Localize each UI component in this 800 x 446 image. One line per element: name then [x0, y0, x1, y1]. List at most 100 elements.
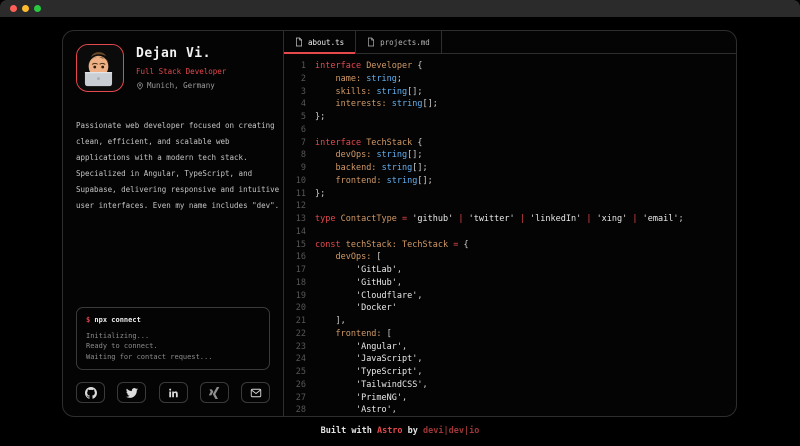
- line-number: 9: [290, 162, 306, 175]
- code-line: 8 devOps: string[];: [290, 149, 736, 162]
- line-number: 11: [290, 188, 306, 201]
- line-number: 1: [290, 60, 306, 73]
- code-line: 27 'PrimeNG',: [290, 392, 736, 405]
- tab-label: projects.md: [380, 38, 430, 47]
- profile-identity: Dejan Vi. Full Stack Developer Munich, G…: [136, 44, 226, 92]
- line-number: 20: [290, 302, 306, 315]
- line-number: 10: [290, 175, 306, 188]
- tab-projects-md[interactable]: projects.md: [356, 31, 442, 53]
- profile-name: Dejan Vi.: [136, 46, 226, 61]
- profile-role: Full Stack Developer: [136, 67, 226, 76]
- code-line: 23 'Angular',: [290, 341, 736, 354]
- code-line: 9 backend: string[];: [290, 162, 736, 175]
- github-button[interactable]: [76, 382, 105, 403]
- line-number: 22: [290, 328, 306, 341]
- code-lines: 1interface Developer {2 name: string;3 s…: [284, 54, 736, 416]
- line-number: 23: [290, 341, 306, 354]
- linkedin-button[interactable]: [159, 382, 188, 403]
- code-line: 26 'TailwindCSS',: [290, 379, 736, 392]
- footer-prefix: Built with: [321, 426, 377, 436]
- code-line: 12: [290, 200, 736, 213]
- code-line: 14: [290, 226, 736, 239]
- spacer: [76, 214, 270, 307]
- code-line: 4 interests: string[];: [290, 98, 736, 111]
- footer-astro-link[interactable]: Astro: [377, 426, 403, 436]
- line-number: 18: [290, 277, 306, 290]
- code-line: 10 frontend: string[];: [290, 175, 736, 188]
- profile-location: Munich, Germany: [136, 81, 226, 90]
- file-icon: [295, 37, 303, 47]
- code-line: 16 devOps: [: [290, 251, 736, 264]
- twitter-icon: [126, 387, 138, 399]
- code-line: 22 frontend: [: [290, 328, 736, 341]
- code-line: 1interface Developer {: [290, 60, 736, 73]
- code-line: 15const techStack: TechStack = {: [290, 239, 736, 252]
- line-number: 25: [290, 366, 306, 379]
- code-line: 3 skills: string[];: [290, 86, 736, 99]
- line-number: 14: [290, 226, 306, 239]
- tab-label: about.ts: [308, 38, 344, 47]
- line-number: 13: [290, 213, 306, 226]
- line-number: 24: [290, 353, 306, 366]
- code-line: 2 name: string;: [290, 73, 736, 86]
- profile-location-text: Munich, Germany: [147, 81, 215, 90]
- code-line: 5};: [290, 111, 736, 124]
- code-line: 11};: [290, 188, 736, 201]
- code-line: 25 'TypeScript',: [290, 366, 736, 379]
- terminal-line: Ready to connect.: [86, 341, 260, 352]
- terminal-line: Initializing...: [86, 331, 260, 342]
- code-line: 7interface TechStack {: [290, 137, 736, 150]
- window-titlebar: [0, 0, 800, 17]
- email-button[interactable]: [241, 382, 270, 403]
- close-window-button[interactable]: [10, 5, 17, 12]
- code-line: 17 'GitLab',: [290, 264, 736, 277]
- line-number: 7: [290, 137, 306, 150]
- email-icon: [250, 387, 262, 399]
- line-number: 5: [290, 111, 306, 124]
- terminal-command-text: npx connect: [90, 316, 141, 324]
- code-line: 20 'Docker': [290, 302, 736, 315]
- line-number: 2: [290, 73, 306, 86]
- profile-panel: Dejan Vi. Full Stack Developer Munich, G…: [63, 31, 284, 416]
- code-line: 18 'GitHub',: [290, 277, 736, 290]
- footer-site-link[interactable]: devi|dev|io: [423, 426, 479, 436]
- github-icon: [85, 387, 97, 399]
- twitter-button[interactable]: [117, 382, 146, 403]
- line-number: 26: [290, 379, 306, 392]
- code-line: 19 'Cloudflare',: [290, 290, 736, 303]
- line-number: 21: [290, 315, 306, 328]
- portfolio-card: Dejan Vi. Full Stack Developer Munich, G…: [62, 30, 737, 417]
- line-number: 17: [290, 264, 306, 277]
- profile-bio: Passionate web developer focused on crea…: [76, 118, 281, 214]
- tab-about-ts[interactable]: about.ts: [284, 31, 356, 53]
- code-line: 6: [290, 124, 736, 137]
- line-number: 28: [290, 404, 306, 416]
- code-editor: about.ts projects.md 1interface Develope…: [284, 31, 736, 416]
- xing-icon: [208, 387, 220, 399]
- line-number: 19: [290, 290, 306, 303]
- line-number: 16: [290, 251, 306, 264]
- file-icon: [367, 37, 375, 47]
- profile-header: Dejan Vi. Full Stack Developer Munich, G…: [76, 44, 270, 92]
- terminal-line: Waiting for contact request...: [86, 352, 260, 363]
- code-line: 13type ContactType = 'github' | 'twitter…: [290, 213, 736, 226]
- line-number: 8: [290, 149, 306, 162]
- line-number: 27: [290, 392, 306, 405]
- site-footer: Built with Astro by devi|dev|io: [0, 426, 800, 436]
- line-number: 4: [290, 98, 306, 111]
- terminal-command: $ npx connect: [86, 316, 260, 324]
- connect-terminal: $ npx connect Initializing... Ready to c…: [76, 307, 270, 371]
- social-links: [76, 382, 270, 403]
- line-number: 15: [290, 239, 306, 252]
- code-line: 24 'JavaScript',: [290, 353, 736, 366]
- line-number: 3: [290, 86, 306, 99]
- maximize-window-button[interactable]: [34, 5, 41, 12]
- line-number: 6: [290, 124, 306, 137]
- location-pin-icon: [136, 82, 144, 90]
- minimize-window-button[interactable]: [22, 5, 29, 12]
- terminal-output: Initializing... Ready to connect. Waitin…: [86, 331, 260, 363]
- code-line: 21 ],: [290, 315, 736, 328]
- xing-button[interactable]: [200, 382, 229, 403]
- page: { "window": { "dot_colors": ["#ff5f57", …: [0, 0, 800, 446]
- memoji-avatar-icon: [77, 45, 120, 88]
